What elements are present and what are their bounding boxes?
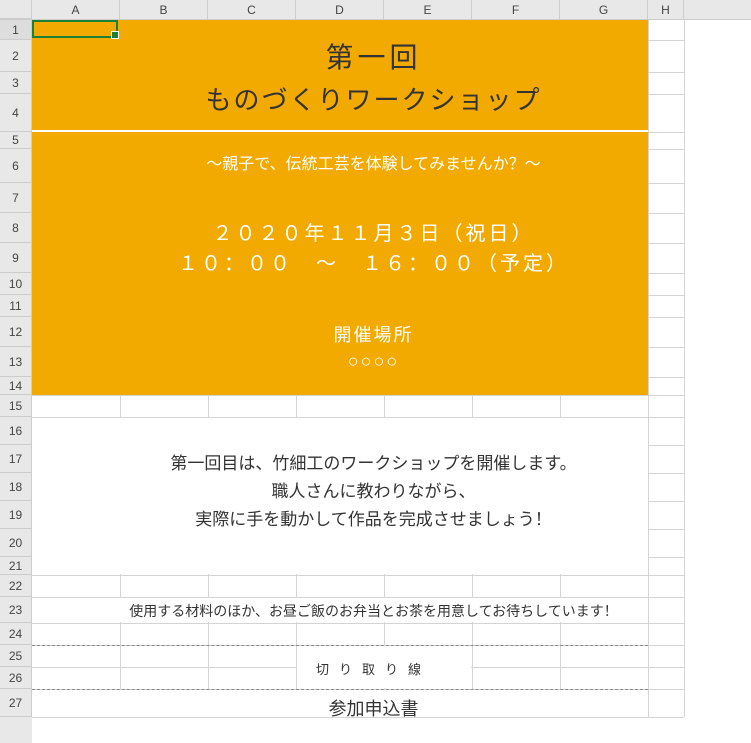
cut-border-top: [32, 645, 648, 646]
spreadsheet: ABCDEFGH 1234567891011121314151617181920…: [0, 0, 751, 743]
row-header-15[interactable]: 15: [0, 395, 32, 417]
row-header-22[interactable]: 22: [0, 575, 32, 597]
row-header-17[interactable]: 17: [0, 445, 32, 473]
column-header-e[interactable]: E: [384, 0, 472, 19]
column-header-c[interactable]: C: [208, 0, 296, 19]
row-header-13[interactable]: 13: [0, 347, 32, 377]
row-header-2[interactable]: 2: [0, 40, 32, 72]
note-line: 使用する材料のほか、お昼ご飯のお弁当とお茶を用意してお待ちしています！: [32, 601, 715, 621]
column-headers: ABCDEFGH: [0, 0, 751, 20]
row-header-12[interactable]: 12: [0, 317, 32, 347]
row-header-27[interactable]: 27: [0, 689, 32, 717]
row-header-10[interactable]: 10: [0, 273, 32, 295]
row-header-21[interactable]: 21: [0, 557, 32, 575]
flyer-subtitle: ～親子で、伝統工芸を体験してみませんか？～: [32, 150, 715, 174]
column-header-h[interactable]: H: [648, 0, 684, 19]
row-header-18[interactable]: 18: [0, 473, 32, 501]
row-header-19[interactable]: 19: [0, 501, 32, 529]
row-header-11[interactable]: 11: [0, 295, 32, 317]
body-line-2: 職人さんに教わりながら、: [32, 477, 715, 502]
row-header-24[interactable]: 24: [0, 623, 32, 645]
column-header-d[interactable]: D: [296, 0, 384, 19]
row-header-8[interactable]: 8: [0, 213, 32, 243]
row-header-26[interactable]: 26: [0, 667, 32, 689]
column-header-f[interactable]: F: [472, 0, 560, 19]
application-form-title: 参加申込書: [32, 695, 715, 721]
flyer-title-1: 第一回: [32, 36, 715, 76]
venue-value: ○○○○: [32, 351, 715, 372]
cut-line-label: 切り取り線: [32, 659, 715, 678]
row-header-7[interactable]: 7: [0, 183, 32, 213]
divider-line: [32, 130, 648, 132]
row-header-25[interactable]: 25: [0, 645, 32, 667]
row-header-5[interactable]: 5: [0, 132, 32, 149]
row-header-20[interactable]: 20: [0, 529, 32, 557]
row-header-9[interactable]: 9: [0, 243, 32, 273]
body-line-1: 第一回目は、竹細工のワークショップを開催します。: [32, 449, 715, 474]
row-header-14[interactable]: 14: [0, 377, 32, 395]
row-header-1[interactable]: 1: [0, 20, 32, 40]
column-header-a[interactable]: A: [32, 0, 120, 19]
cut-border-bottom: [32, 689, 648, 690]
column-header-g[interactable]: G: [560, 0, 648, 19]
venue-label: 開催場所: [32, 321, 715, 347]
column-header-b[interactable]: B: [120, 0, 208, 19]
row-header-4[interactable]: 4: [0, 94, 32, 132]
flyer-time: １０：００ ～ １６：００（予定）: [32, 247, 715, 276]
row-header-16[interactable]: 16: [0, 417, 32, 445]
flyer-title-2: ものづくりワークショップ: [32, 80, 715, 117]
row-header-23[interactable]: 23: [0, 597, 32, 623]
cell-grid[interactable]: 第一回 ものづくりワークショップ ～親子で、伝統工芸を体験してみませんか？～ ２…: [32, 20, 751, 743]
row-headers: 1234567891011121314151617181920212223242…: [0, 20, 32, 743]
select-all-corner[interactable]: [0, 0, 32, 19]
row-header-3[interactable]: 3: [0, 72, 32, 94]
flyer-date: ２０２０年１１月３日（祝日）: [32, 217, 715, 246]
body-line-3: 実際に手を動かして作品を完成させましょう！: [32, 505, 715, 530]
row-header-6[interactable]: 6: [0, 149, 32, 183]
